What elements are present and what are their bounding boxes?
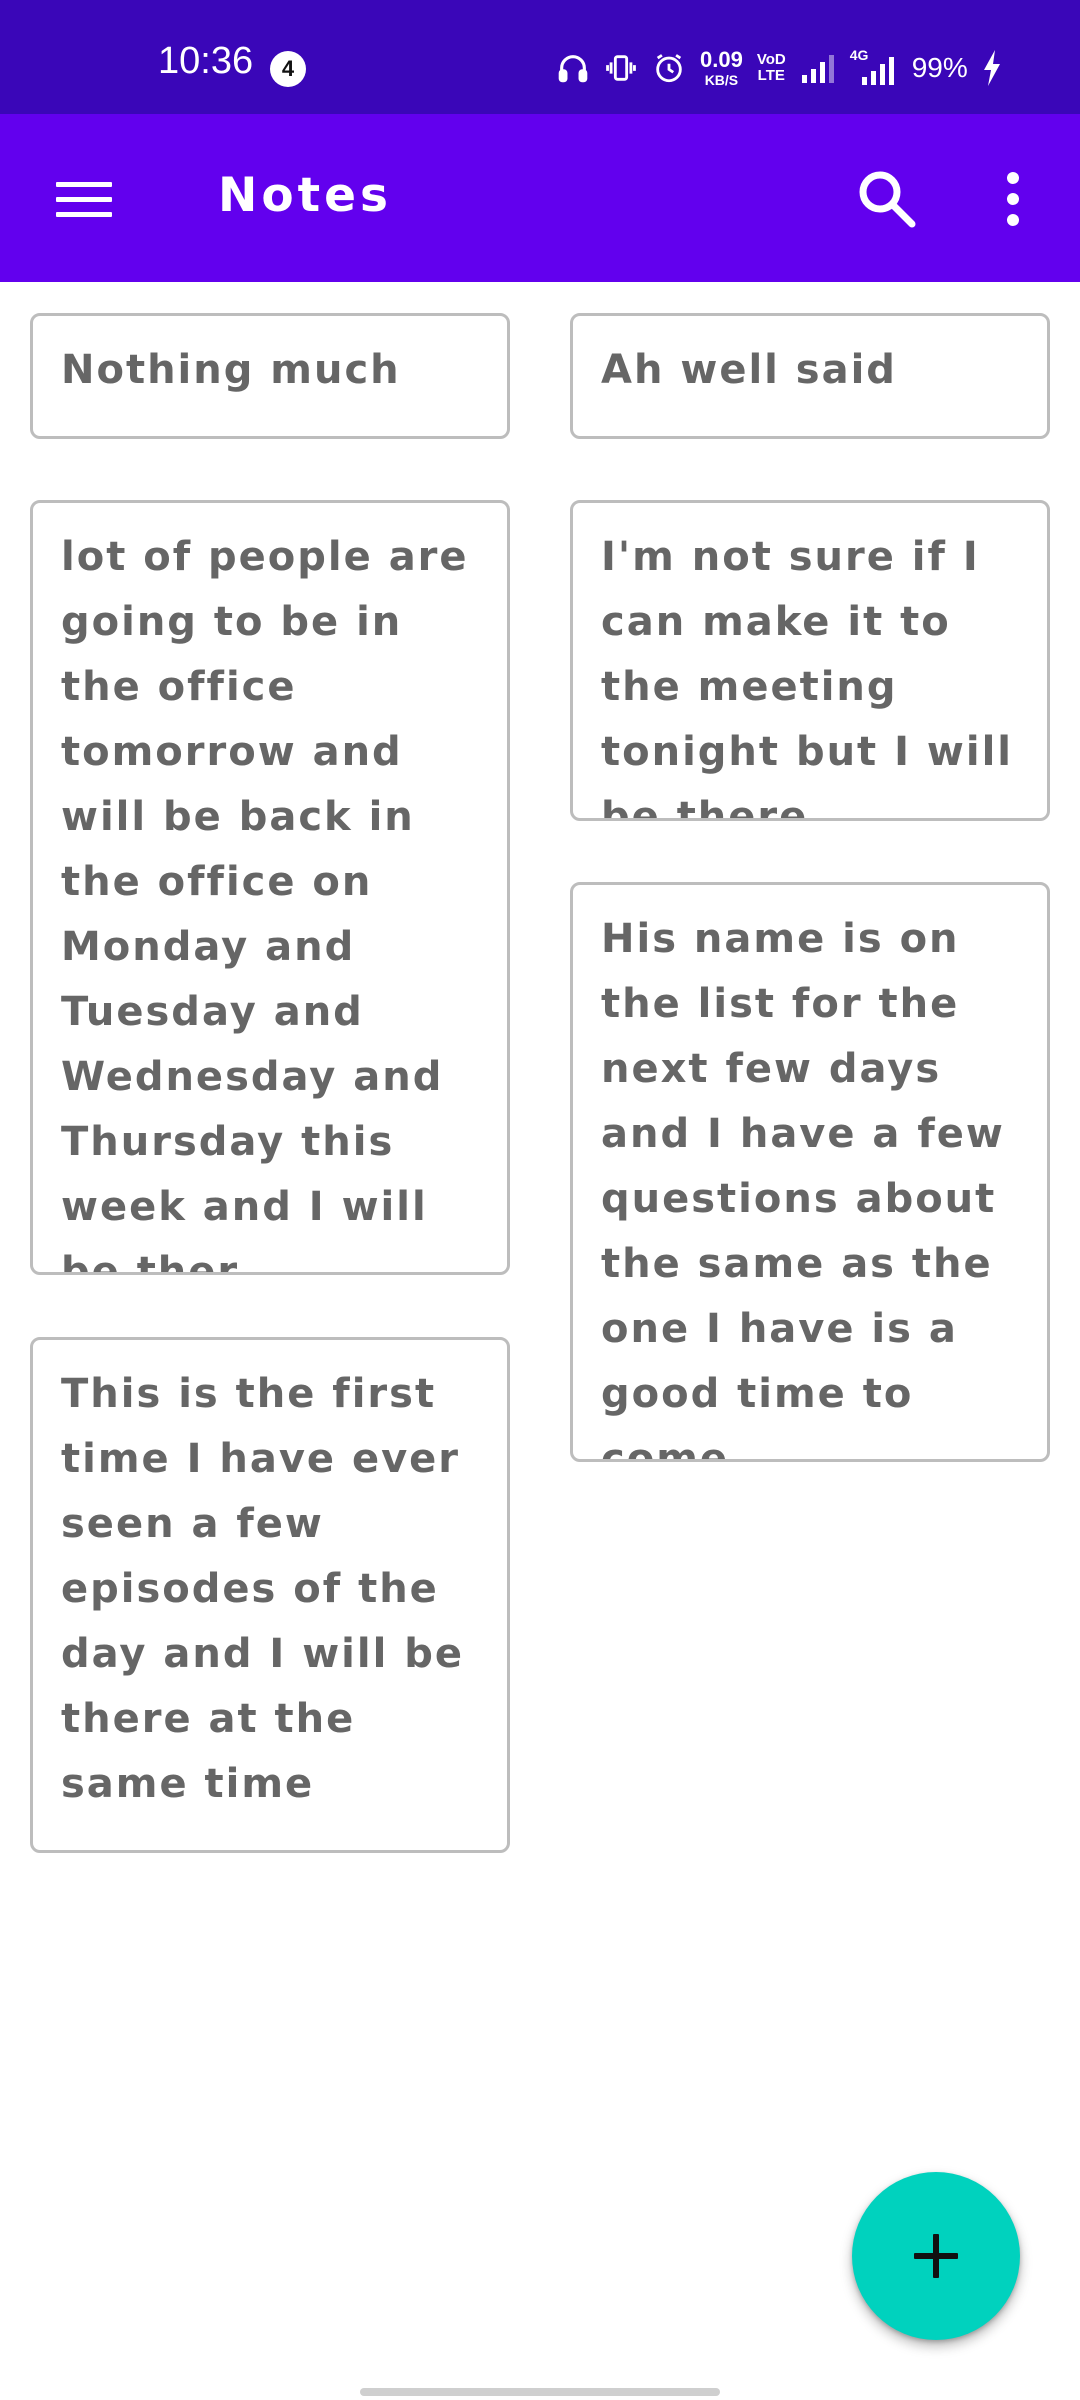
note-text: His name is on the list for the next few… [601,916,1005,1462]
hamburger-menu-icon [44,182,124,238]
search-button[interactable] [850,162,924,236]
menu-button[interactable] [44,164,124,234]
note-card[interactable]: Ah well said [570,313,1050,439]
battery-level: 99% [911,52,968,83]
volte-indicator: VoD LTE [757,52,786,84]
add-note-button[interactable] [852,2172,1020,2340]
more-vert-icon [986,172,1040,240]
note-text: Ah well said [601,347,897,393]
signal-4g-icon: 4G [850,47,898,85]
note-text: This is the first time I have ever seen … [61,1371,465,1807]
note-card[interactable]: Nothing much [30,313,510,439]
headphones-icon [556,51,590,85]
signal-icon [800,53,836,83]
page-title: Notes [218,168,392,223]
note-text: I'm not sure if I can make it to the mee… [601,534,1013,821]
home-indicator[interactable] [360,2388,720,2396]
status-bar: 10:36 4 0.09 KB/S VoD LTE 4G 99% [0,0,1080,114]
status-icons: 0.09 KB/S VoD LTE 4G 99% [556,44,1002,92]
vibrate-icon [604,51,638,85]
network-speed: 0.09 KB/S [700,47,743,88]
network-speed-unit: KB/S [704,72,739,88]
note-card[interactable]: lot of people are going to be in the off… [30,500,510,1275]
alarm-icon [652,51,686,85]
note-text: lot of people are going to be in the off… [61,534,469,1275]
note-card[interactable]: I'm not sure if I can make it to the mee… [570,500,1050,821]
volte-line1: VoD [756,51,786,69]
note-text: Nothing much [61,347,401,393]
volte-line2: LTE [757,67,785,84]
more-options-button[interactable] [986,162,1040,236]
app-bar: Notes [0,114,1080,282]
charging-icon [982,50,1002,86]
status-time: 10:36 [158,40,254,82]
search-icon [850,171,924,240]
note-card[interactable]: This is the first time I have ever seen … [30,1337,510,1853]
network-speed-value: 0.09 [700,47,743,72]
notification-count-badge: 4 [270,51,306,87]
note-card[interactable]: His name is on the list for the next few… [570,882,1050,1462]
